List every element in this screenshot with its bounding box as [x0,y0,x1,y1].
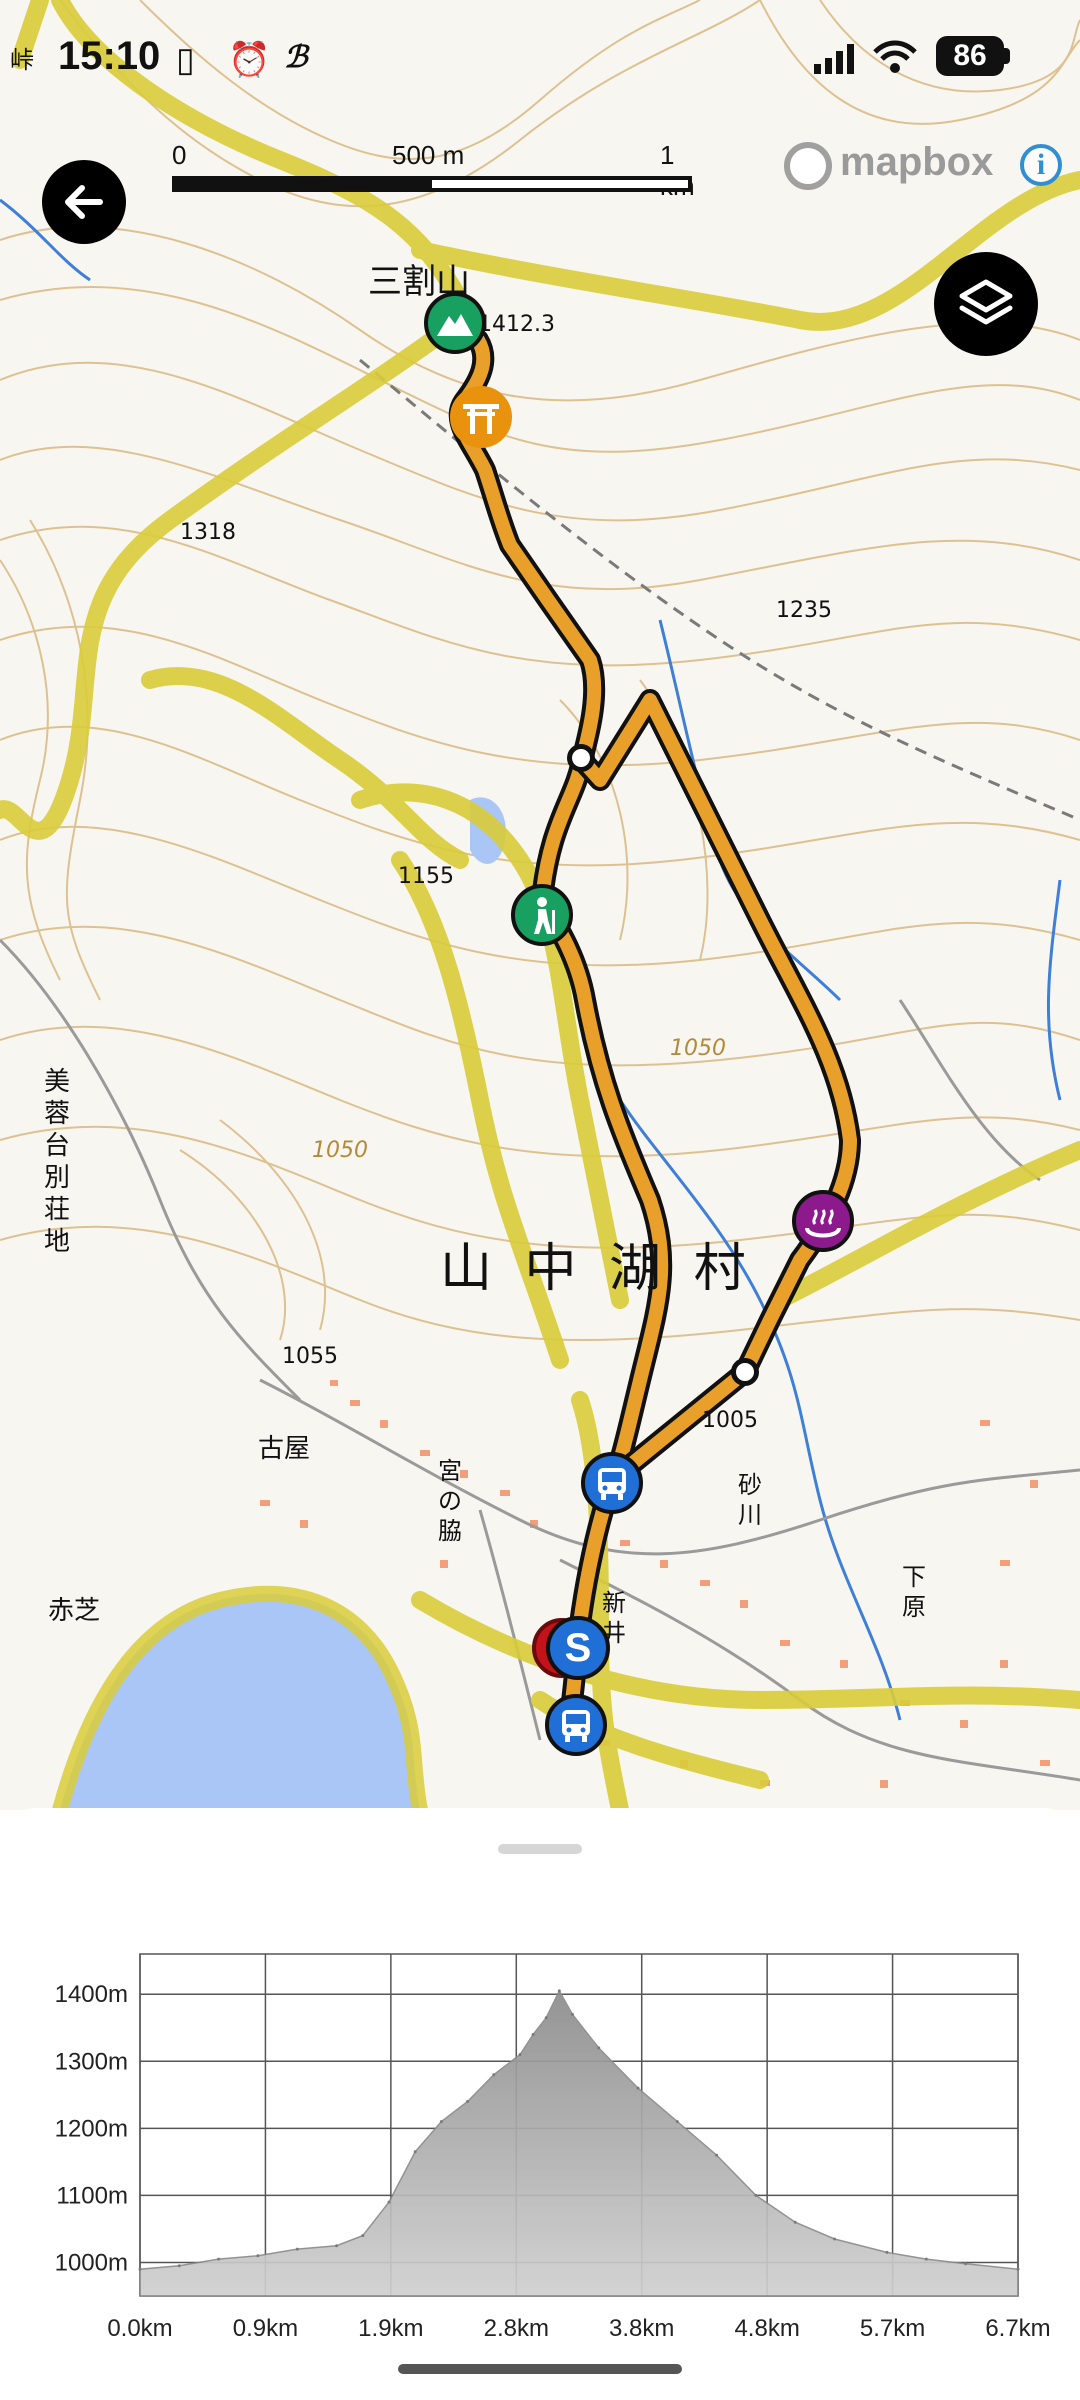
alarm-icon: ⏰ [228,41,271,79]
elevation-label: 1318 [180,520,236,545]
elevation-sheet[interactable]: 0.0km 0.9km 1.9km 2.8km 3.8km 4.8km 5.7km 6.7km… [0,1808,1080,2400]
elevation-label: 1155 [398,864,454,889]
y-tick-label: 1400m [55,1981,128,2008]
elevation-point [335,2244,339,2248]
elevation-point [964,2262,968,2266]
layers-button[interactable] [934,252,1038,356]
back-arrow-icon [65,185,103,219]
scale-label: 500 m [392,140,465,170]
elevation-point [924,2257,928,2261]
peak-marker[interactable] [424,292,486,354]
y-tick-label: 1200m [55,2115,128,2142]
hot-spring-icon [805,1209,841,1238]
area-label: 美蓉台別荘地 [44,1067,71,1257]
area-label: 砂川 [738,1471,762,1529]
elevation-chart[interactable]: 0.0km 0.9km 1.9km 2.8km 3.8km 4.8km 5.7km 6.7km… [0,1808,1080,2400]
battery-icon: 86 [936,36,1004,76]
battery-tip [1004,48,1010,64]
x-tick-label: 0.0km [107,2315,172,2342]
elevation-point [387,2200,391,2204]
bus-stop-marker[interactable] [581,1452,643,1514]
y-tick-label: 1000m [55,2249,128,2276]
bus-icon [562,1710,590,1742]
elevation-point [597,2046,601,2050]
elevation-point [439,2120,443,2124]
layers-icon [959,279,1013,325]
y-tick-label: 1300m [55,2048,128,2075]
hiking-route [444,311,861,1731]
hiker-marker[interactable] [511,884,573,946]
elevation-label: 1235 [776,598,832,623]
elevation-point [531,2033,535,2036]
elevation-point [544,2016,548,2020]
elevation-point [413,2150,417,2154]
elevation-point [1016,2267,1020,2271]
route-waypoint[interactable] [567,744,595,772]
elevation-label: 1005 [702,1408,758,1433]
contour-label: 1050 [670,1036,726,1061]
attribution-info-button[interactable]: i [1020,144,1062,186]
elevation-point [715,2153,719,2157]
wifi-icon [873,40,917,73]
area-label: 古屋 [258,1434,311,1464]
torii-icon [463,404,499,434]
scale-label: 0 [172,140,187,170]
x-tick-label: 3.8km [609,2315,674,2342]
x-tick-label: 5.7km [860,2315,925,2342]
elevation-point [518,2053,522,2057]
elevation-point [256,2254,260,2258]
elevation-point [675,2120,679,2124]
x-tick-label: 4.8km [734,2315,799,2342]
app-notification-icon: ℬ [284,41,308,74]
village-label: 山 中 湖 村 [440,1239,754,1299]
elevation-point [361,2234,365,2238]
elevation-point [557,1989,561,1993]
area-label: 赤芝 [48,1596,101,1626]
mountain-icon [437,314,473,336]
bus-stop-marker[interactable] [545,1694,607,1756]
onsen-marker[interactable] [792,1190,854,1252]
elevation-point [492,2073,496,2077]
shrine-marker[interactable] [450,386,512,448]
x-tick-label: 6.7km [985,2315,1050,2342]
sim-card-icon: ▯ [176,41,195,79]
elevation-label: 1412.3 [478,312,555,337]
status-time: 15:10 [58,34,161,78]
scale-label: 1 km [660,140,695,201]
elevation-label: 1055 [282,1344,338,1369]
elevation-point [177,2264,181,2268]
bus-icon [598,1468,626,1500]
status-bar: 15:10 ▯ ⏰ ℬ 86 [0,0,1080,116]
elevation-point [754,2193,758,2197]
contour-label: 1050 [312,1138,368,1163]
mapbox-logo-icon [784,142,832,190]
signal-icon [814,44,854,74]
scale-bar: 0 500 m 1 km [172,140,695,201]
hiker-icon [534,897,555,934]
elevation-point [295,2247,299,2251]
y-tick-label: 1100m [56,2182,128,2209]
elevation-point [636,2086,640,2090]
elevation-point [570,2012,574,2016]
x-tick-label: 1.9km [358,2315,423,2342]
back-button[interactable] [42,160,126,244]
start-marker[interactable]: S [546,1616,610,1680]
elevation-point [793,2220,797,2224]
area-label: 宮の脇 [438,1457,462,1545]
area-label: 下原 [902,1563,926,1621]
home-indicator[interactable] [398,2364,682,2374]
elevation-area [139,1989,1019,2297]
scale-bar-line [172,176,692,192]
elevation-point [217,2257,221,2261]
x-tick-label: 2.8km [484,2315,549,2342]
route-waypoint[interactable] [731,1358,759,1386]
elevation-point [833,2237,836,2241]
elevation-point [466,2100,470,2103]
map-view[interactable]: 山 中 湖 村 三割山 1412.3 1235 1318 1155 1050 1… [0,0,1080,1810]
x-tick-label: 0.9km [233,2315,298,2342]
elevation-point [885,2250,889,2254]
elevation-point [138,2267,142,2271]
